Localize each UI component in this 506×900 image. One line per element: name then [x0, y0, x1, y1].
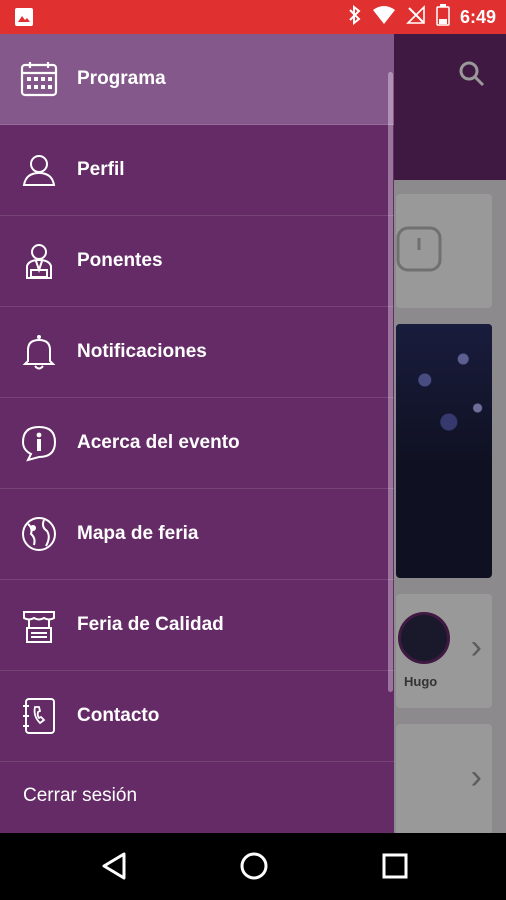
- status-bar: 6:49: [0, 0, 506, 34]
- bell-icon: [20, 333, 58, 371]
- nav-item-perfil[interactable]: Perfil: [0, 125, 394, 216]
- nav-item-label: Feria de Calidad: [77, 614, 224, 635]
- nav-item-feria-de-calidad[interactable]: Feria de Calidad: [0, 580, 394, 671]
- nav-item-label: Acerca del evento: [77, 432, 240, 453]
- info-icon: [20, 424, 58, 462]
- recents-icon[interactable]: [381, 851, 409, 886]
- drawer-scrollbar[interactable]: [388, 72, 393, 692]
- nav-item-acerca-del-evento[interactable]: Acerca del evento: [0, 398, 394, 489]
- system-nav-bar: [0, 833, 506, 900]
- nav-item-label: Mapa de feria: [77, 523, 199, 544]
- nav-item-label: Perfil: [77, 159, 125, 180]
- battery-icon: [436, 3, 450, 31]
- logout-link[interactable]: Cerrar sesión: [23, 785, 137, 807]
- nav-item-programa[interactable]: Programa: [0, 34, 394, 125]
- wifi-icon: [372, 5, 396, 30]
- nav-item-notificaciones[interactable]: Notificaciones: [0, 307, 394, 398]
- clock: 6:49: [459, 6, 496, 27]
- calendar-icon: [20, 60, 58, 98]
- nav-item-label: Contacto: [77, 705, 160, 726]
- navigation-drawer: Programa Perfil Ponentes Notificaciones …: [0, 34, 394, 833]
- back-icon[interactable]: [100, 851, 128, 886]
- speaker-icon: [20, 242, 58, 280]
- nav-item-mapa-de-feria[interactable]: Mapa de feria: [0, 489, 394, 580]
- user-icon: [20, 151, 58, 189]
- nav-item-contacto[interactable]: Contacto: [0, 671, 394, 762]
- nav-item-label: Notificaciones: [77, 341, 207, 362]
- nav-item-label: Programa: [77, 68, 166, 89]
- booth-icon: [20, 606, 58, 644]
- image-notification-icon: [14, 7, 34, 32]
- nav-item-ponentes[interactable]: Ponentes: [0, 216, 394, 307]
- map-icon: [20, 515, 58, 553]
- no-signal-icon: [406, 4, 426, 30]
- contact-book-icon: [20, 697, 58, 735]
- nav-item-label: Ponentes: [77, 250, 163, 271]
- bluetooth-icon: [348, 4, 362, 30]
- home-icon[interactable]: [239, 851, 269, 886]
